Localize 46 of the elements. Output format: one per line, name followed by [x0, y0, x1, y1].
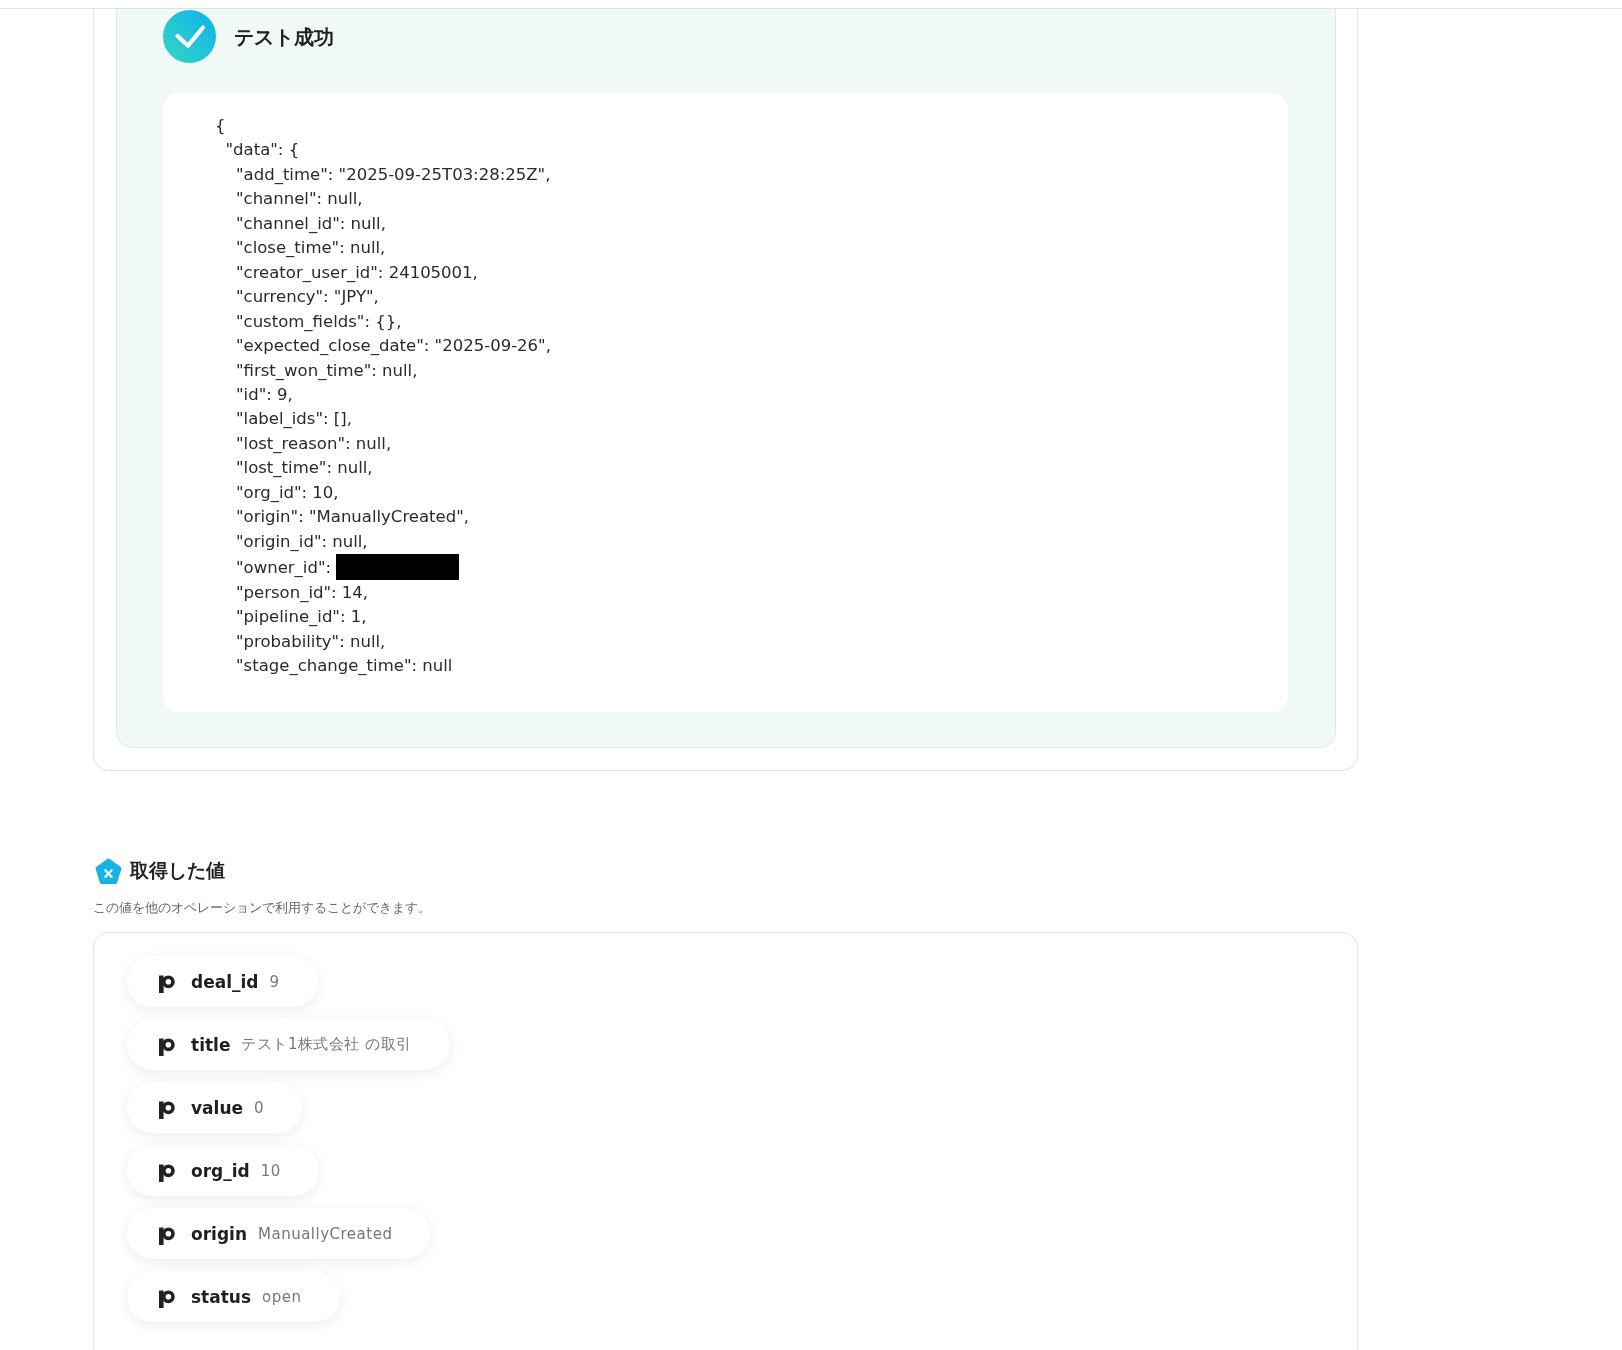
- code-line: "channel": null,: [236, 188, 363, 211]
- section-title: 取得した値: [130, 859, 225, 884]
- code-line: "currency": "JPY",: [236, 286, 379, 309]
- code-line: "id": 9,: [236, 384, 293, 406]
- variable-name: deal_id: [191, 971, 259, 992]
- code-line: "data": {: [225, 139, 300, 162]
- code-line: "close_time": null,: [236, 237, 386, 260]
- code-line: "owner_id":: [236, 554, 460, 581]
- code-line: "lost_reason": null,: [236, 432, 392, 455]
- code-line: "org_id": 10,: [236, 481, 339, 504]
- p-icon: [159, 1289, 175, 1308]
- p-icon: [159, 1163, 175, 1182]
- variable-value: ManuallyCreated: [258, 1224, 393, 1243]
- variable-value: 9: [269, 972, 280, 991]
- code-line: "add_time": "2025-09-25T03:28:25Z",: [236, 163, 551, 186]
- code-line: "lost_time": null,: [236, 457, 373, 480]
- variable-name: org_id: [191, 1160, 250, 1181]
- code-line: "channel_id": null,: [236, 212, 386, 235]
- variable-name: title: [191, 1034, 231, 1055]
- variable-value: 10: [260, 1161, 281, 1180]
- check-circle-icon: [163, 10, 216, 63]
- variable-icon: [95, 857, 122, 885]
- p-icon: [159, 1226, 175, 1245]
- code-line: "expected_close_date": "2025-09-26",: [236, 335, 551, 358]
- variable-name: status: [191, 1286, 252, 1307]
- p-icon: [159, 1037, 175, 1056]
- code-line: "pipeline_id": 1,: [236, 606, 367, 629]
- code-line: "custom_fields": {},: [236, 310, 402, 333]
- code-line: "origin_id": null,: [236, 530, 368, 553]
- code-line: "creator_user_id": 24105001,: [236, 261, 478, 284]
- code-line: "first_won_time": null,: [236, 359, 418, 382]
- variable-value: テスト1株式会社 の取引: [241, 1035, 412, 1055]
- code-line: "label_ids": [],: [236, 408, 352, 431]
- result-title: テスト成功: [234, 23, 334, 51]
- code-line: "probability": null,: [236, 630, 386, 653]
- p-icon: [159, 1100, 175, 1119]
- code-line: "person_id": 14,: [236, 581, 369, 604]
- variable-value: open: [262, 1287, 302, 1306]
- code-line: "stage_change_time": null: [236, 654, 453, 677]
- variable-name: origin: [191, 1223, 247, 1244]
- code-line: {: [215, 115, 226, 137]
- section-description: この値を他のオペレーションで利用することができます。: [93, 899, 431, 918]
- variable-value: 0: [254, 1098, 265, 1117]
- p-icon: [159, 974, 175, 993]
- code-line: "origin": "ManuallyCreated",: [236, 506, 469, 529]
- variable-name: value: [191, 1097, 243, 1118]
